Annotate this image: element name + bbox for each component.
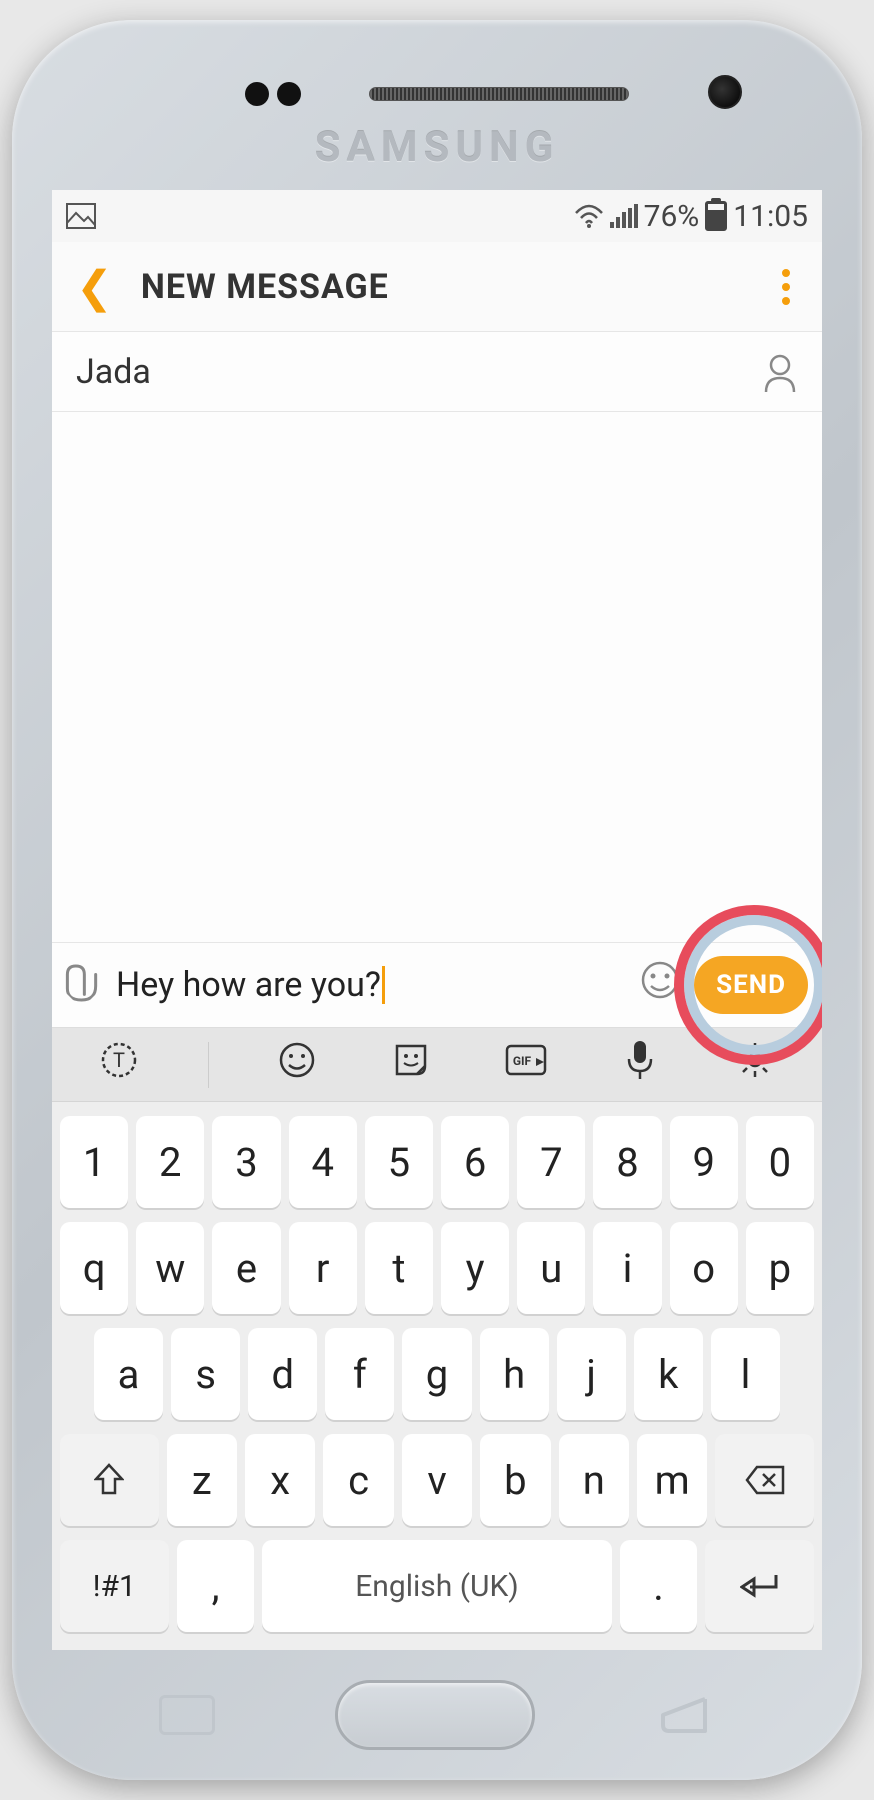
recent-apps-button[interactable] bbox=[159, 1695, 215, 1735]
light-sensor bbox=[277, 82, 301, 106]
key-z[interactable]: z bbox=[167, 1434, 237, 1526]
keyboard-row-zxcv: z x c v b n m bbox=[60, 1434, 814, 1526]
conversation-area[interactable] bbox=[52, 412, 822, 942]
send-label: SEND bbox=[716, 970, 786, 1000]
attach-icon[interactable] bbox=[53, 954, 115, 1016]
key-o[interactable]: o bbox=[670, 1222, 738, 1314]
mic-icon[interactable] bbox=[610, 1039, 670, 1090]
key-1[interactable]: 1 bbox=[60, 1116, 128, 1208]
key-u[interactable]: u bbox=[517, 1222, 585, 1314]
period-key[interactable]: . bbox=[620, 1540, 698, 1632]
key-k[interactable]: k bbox=[634, 1328, 703, 1420]
key-6[interactable]: 6 bbox=[441, 1116, 509, 1208]
key-d[interactable]: d bbox=[248, 1328, 317, 1420]
key-a[interactable]: a bbox=[94, 1328, 163, 1420]
settings-icon[interactable] bbox=[725, 1040, 785, 1089]
key-c[interactable]: c bbox=[323, 1434, 393, 1526]
shift-key[interactable] bbox=[60, 1434, 159, 1526]
emoji-icon[interactable] bbox=[267, 1040, 327, 1089]
picture-icon bbox=[66, 203, 96, 229]
message-input[interactable]: Hey how are you? bbox=[116, 965, 626, 1005]
sticker-icon[interactable] bbox=[381, 1040, 441, 1089]
key-b[interactable]: b bbox=[480, 1434, 550, 1526]
earpiece-speaker bbox=[369, 87, 629, 101]
battery-icon bbox=[705, 201, 727, 231]
toolbar-divider bbox=[208, 1042, 209, 1088]
compose-bar: Hey how are you? SEND bbox=[52, 942, 822, 1028]
proximity-sensor bbox=[245, 82, 269, 106]
key-f[interactable]: f bbox=[325, 1328, 394, 1420]
recipient-field[interactable]: Jada bbox=[52, 332, 822, 412]
text-cursor bbox=[382, 966, 385, 1004]
phone-bottom-hardware bbox=[12, 1650, 862, 1780]
key-t[interactable]: t bbox=[365, 1222, 433, 1314]
screen: 76% 11:05 ❮ NEW MESSAGE Jada bbox=[52, 190, 822, 1650]
keyboard-toolbar: T GIF bbox=[52, 1028, 822, 1102]
enter-key[interactable] bbox=[705, 1540, 814, 1632]
svg-text:T: T bbox=[113, 1048, 125, 1072]
message-text: Hey how are you? bbox=[116, 965, 381, 1005]
key-g[interactable]: g bbox=[402, 1328, 471, 1420]
space-key[interactable]: English (UK) bbox=[262, 1540, 611, 1632]
key-3[interactable]: 3 bbox=[212, 1116, 280, 1208]
phone-frame: SAMSUNG 76% bbox=[12, 20, 862, 1780]
keyboard: 1 2 3 4 5 6 7 8 9 0 q w e r t y u i o bbox=[52, 1102, 822, 1650]
phone-sensors bbox=[245, 82, 629, 106]
contact-icon[interactable] bbox=[762, 352, 798, 392]
key-l[interactable]: l bbox=[711, 1328, 780, 1420]
text-mode-icon[interactable]: T bbox=[89, 1040, 149, 1089]
key-p[interactable]: p bbox=[746, 1222, 814, 1314]
key-n[interactable]: n bbox=[559, 1434, 629, 1526]
keyboard-row-qwerty: q w e r t y u i o p bbox=[60, 1222, 814, 1314]
gif-icon[interactable]: GIF bbox=[496, 1040, 556, 1089]
key-v[interactable]: v bbox=[402, 1434, 472, 1526]
app-header: ❮ NEW MESSAGE bbox=[52, 242, 822, 332]
key-0[interactable]: 0 bbox=[746, 1116, 814, 1208]
recipient-name: Jada bbox=[76, 352, 762, 392]
key-r[interactable]: r bbox=[289, 1222, 357, 1314]
key-9[interactable]: 9 bbox=[670, 1116, 738, 1208]
key-i[interactable]: i bbox=[593, 1222, 661, 1314]
svg-text:GIF: GIF bbox=[513, 1054, 532, 1068]
keyboard-row-asdf: a s d f g h j k l bbox=[60, 1328, 814, 1420]
status-bar: 76% 11:05 bbox=[52, 190, 822, 242]
key-5[interactable]: 5 bbox=[365, 1116, 433, 1208]
key-m[interactable]: m bbox=[637, 1434, 707, 1526]
key-2[interactable]: 2 bbox=[136, 1116, 204, 1208]
back-button[interactable]: ❮ bbox=[76, 261, 113, 313]
home-button[interactable] bbox=[335, 1680, 535, 1750]
key-4[interactable]: 4 bbox=[289, 1116, 357, 1208]
key-e[interactable]: e bbox=[212, 1222, 280, 1314]
clock: 11:05 bbox=[733, 199, 808, 234]
key-s[interactable]: s bbox=[171, 1328, 240, 1420]
battery-percent: 76% bbox=[644, 199, 700, 234]
key-w[interactable]: w bbox=[136, 1222, 204, 1314]
key-q[interactable]: q bbox=[60, 1222, 128, 1314]
comma-key[interactable]: , bbox=[177, 1540, 255, 1632]
keyboard-row-numbers: 1 2 3 4 5 6 7 8 9 0 bbox=[60, 1116, 814, 1208]
key-7[interactable]: 7 bbox=[517, 1116, 585, 1208]
send-button[interactable]: SEND bbox=[694, 956, 808, 1014]
signal-icon bbox=[610, 204, 638, 228]
emoji-button[interactable] bbox=[640, 960, 680, 1010]
symbols-key[interactable]: !#1 bbox=[60, 1540, 169, 1632]
key-h[interactable]: h bbox=[480, 1328, 549, 1420]
page-title: NEW MESSAGE bbox=[141, 267, 774, 307]
key-x[interactable]: x bbox=[245, 1434, 315, 1526]
phone-top-hardware: SAMSUNG bbox=[12, 20, 862, 190]
key-y[interactable]: y bbox=[441, 1222, 509, 1314]
front-camera bbox=[708, 75, 742, 109]
more-options-button[interactable] bbox=[774, 261, 798, 313]
hw-back-button[interactable] bbox=[655, 1693, 715, 1737]
key-j[interactable]: j bbox=[557, 1328, 626, 1420]
wifi-icon bbox=[574, 203, 604, 229]
keyboard-row-bottom: !#1 , English (UK) . bbox=[60, 1540, 814, 1632]
key-8[interactable]: 8 bbox=[593, 1116, 661, 1208]
brand-label: SAMSUNG bbox=[315, 123, 560, 172]
backspace-key[interactable] bbox=[715, 1434, 814, 1526]
